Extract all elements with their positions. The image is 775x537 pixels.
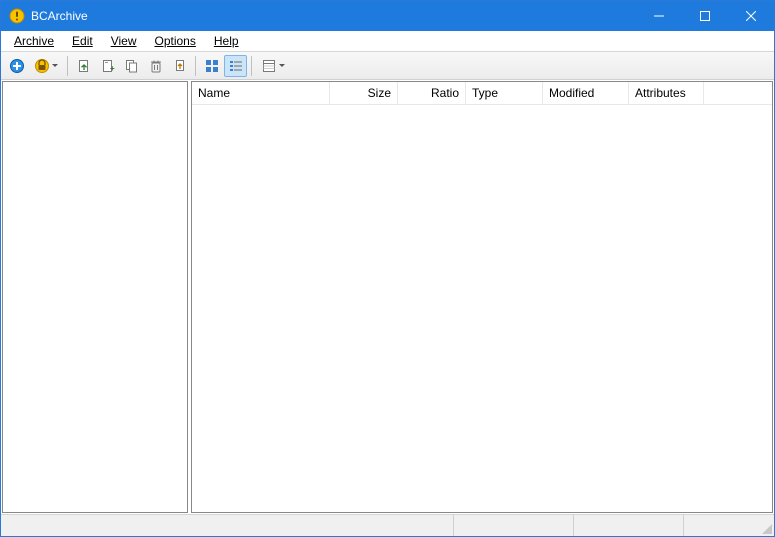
list-pane: Name Size Ratio Type Modified Attributes bbox=[191, 81, 773, 513]
menu-view[interactable]: View bbox=[102, 32, 146, 50]
column-ratio[interactable]: Ratio bbox=[398, 82, 466, 104]
toolbar-separator bbox=[195, 56, 196, 76]
menu-help[interactable]: Help bbox=[205, 32, 248, 50]
open-archive-button[interactable] bbox=[29, 55, 63, 77]
menu-edit[interactable]: Edit bbox=[63, 32, 102, 50]
column-name[interactable]: Name bbox=[192, 82, 330, 104]
window-title: BCArchive bbox=[31, 9, 636, 23]
chevron-down-icon bbox=[52, 64, 58, 67]
app-icon bbox=[9, 8, 25, 24]
large-icons-view-button[interactable] bbox=[200, 55, 223, 77]
chevron-down-icon bbox=[279, 64, 285, 67]
column-spacer bbox=[704, 82, 772, 104]
new-archive-button[interactable] bbox=[5, 55, 28, 77]
svg-text:+: + bbox=[110, 64, 115, 73]
toolbar-separator bbox=[251, 56, 252, 76]
view-mode-dropdown[interactable] bbox=[256, 55, 290, 77]
resize-grip-icon[interactable] bbox=[760, 522, 772, 534]
list-header: Name Size Ratio Type Modified Attributes bbox=[192, 82, 772, 105]
window-controls bbox=[636, 1, 774, 31]
titlebar: BCArchive bbox=[1, 1, 774, 31]
add-file-button[interactable] bbox=[72, 55, 95, 77]
close-button[interactable] bbox=[728, 1, 774, 31]
delete-button[interactable] bbox=[144, 55, 167, 77]
toolbar: + bbox=[1, 52, 774, 80]
statusbar bbox=[1, 514, 774, 536]
column-modified[interactable]: Modified bbox=[543, 82, 629, 104]
menu-options[interactable]: Options bbox=[146, 32, 205, 50]
minimize-button[interactable] bbox=[636, 1, 682, 31]
list-body[interactable] bbox=[192, 105, 772, 512]
menu-archive[interactable]: Archive bbox=[5, 32, 63, 50]
status-cell-3 bbox=[574, 515, 684, 536]
column-size[interactable]: Size bbox=[330, 82, 398, 104]
status-cell-4 bbox=[684, 515, 774, 536]
view-file-button[interactable] bbox=[168, 55, 191, 77]
maximize-button[interactable] bbox=[682, 1, 728, 31]
toolbar-separator bbox=[67, 56, 68, 76]
details-view-button[interactable] bbox=[224, 55, 247, 77]
status-main bbox=[1, 515, 454, 536]
status-cell-2 bbox=[454, 515, 574, 536]
tree-pane[interactable] bbox=[2, 81, 188, 513]
content-area: Name Size Ratio Type Modified Attributes bbox=[1, 80, 774, 514]
menubar: Archive Edit View Options Help bbox=[1, 31, 774, 52]
column-attributes[interactable]: Attributes bbox=[629, 82, 704, 104]
extract-button[interactable] bbox=[120, 55, 143, 77]
column-type[interactable]: Type bbox=[466, 82, 543, 104]
add-folder-button[interactable]: + bbox=[96, 55, 119, 77]
